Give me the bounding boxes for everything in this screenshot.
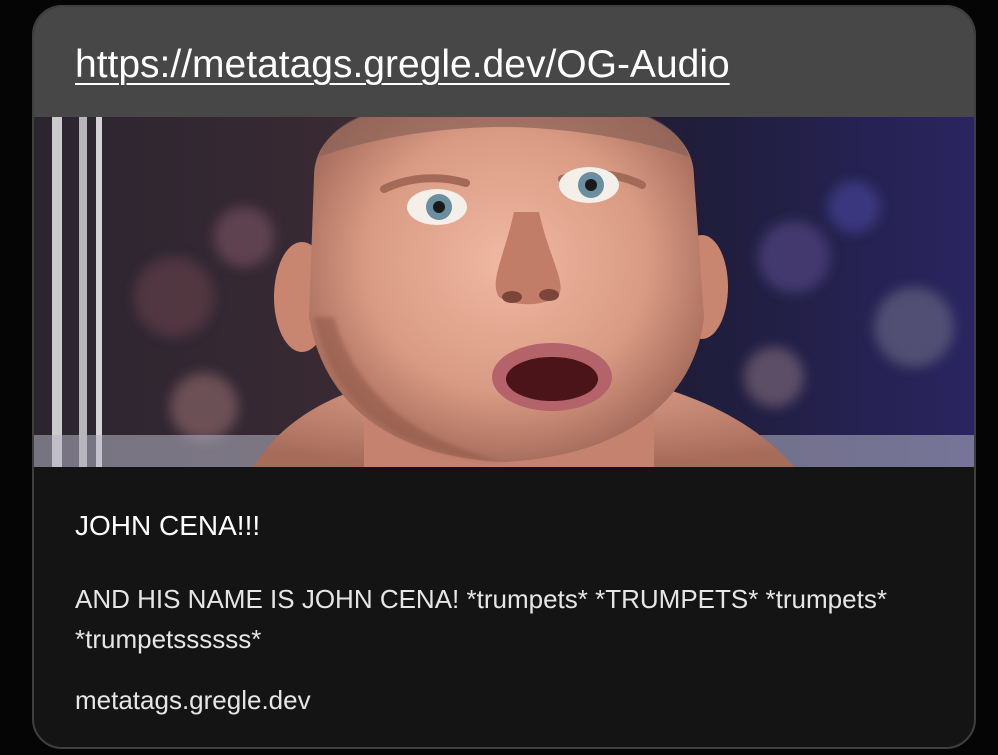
preview-image[interactable] [34, 117, 974, 467]
url-bar: https://metatags.gregle.dev/OG-Audio [34, 7, 974, 117]
link-preview-card[interactable]: https://metatags.gregle.dev/OG-Audio JOH… [32, 5, 976, 749]
preview-title: JOHN CENA!!! [75, 510, 261, 541]
preview-description: AND HIS NAME IS JOHN CENA! *trumpets* *T… [75, 584, 887, 654]
preview-image-surprised-face [34, 117, 974, 467]
preview-domain: metatags.gregle.dev [75, 685, 311, 715]
preview-url-link[interactable]: https://metatags.gregle.dev/OG-Audio [75, 43, 730, 87]
